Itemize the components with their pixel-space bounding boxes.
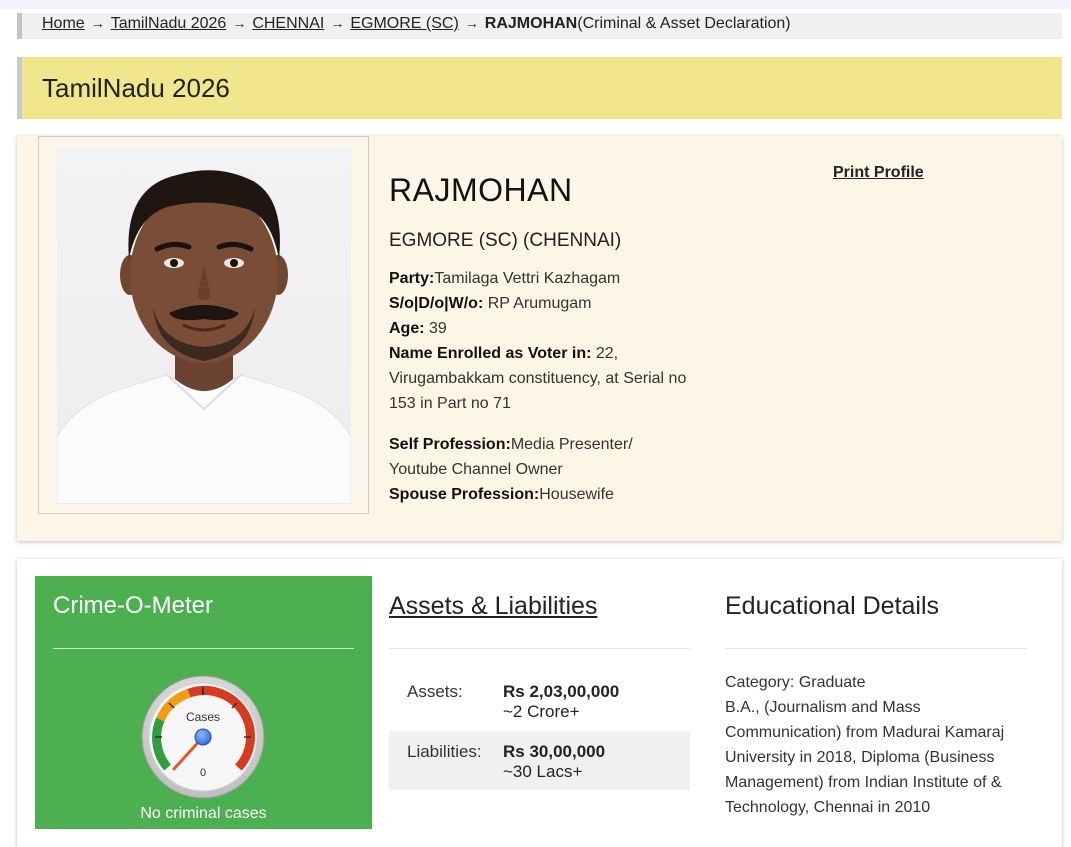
party-row: Party:Tamilaga Vettri Kazhagam [389,266,689,291]
assets-label: Assets: [407,682,463,701]
voter-label: Name Enrolled as Voter in: [389,345,592,362]
breadcrumb-separator: → [90,15,105,31]
election-banner: TamilNadu 2026 [17,57,1062,119]
crime-o-meter-panel: Crime-O-Meter Cases 0 No criminal cases [35,576,372,829]
crime-divider [53,648,354,649]
breadcrumb-separator: → [232,15,247,31]
education-divider [725,648,1027,649]
relation-row: S/o|D/o|W/o: RP Arumugam [389,291,689,316]
details-spacer [389,416,689,432]
breadcrumb-state-link[interactable]: TamilNadu 2026 [111,15,227,32]
breadcrumb-current: RAJMOHAN [484,15,578,32]
self-profession-row: Self Profession:Media Presenter/ Youtube… [389,432,689,482]
education-qualification: B.A., (Journalism and Mass Communication… [725,699,1005,816]
crime-gauge: Cases 0 [141,675,265,799]
gauge-value: 0 [200,767,206,779]
age-value: 39 [424,320,447,337]
gauge-hub [194,728,212,746]
candidate-name: RAJMOHAN [389,172,573,208]
liabilities-row: Liabilities: Rs 30,00,000 ~30 Lacs+ [389,731,690,790]
crime-status-text: No criminal cases [140,805,267,822]
spouse-profession-row: Spouse Profession:Housewife [389,482,689,507]
assets-divider [389,648,690,649]
breadcrumb-constituency-link[interactable]: EGMORE (SC) [350,15,458,32]
breadcrumb-home-link[interactable]: Home [42,15,85,32]
crime-o-meter-title: Crime-O-Meter [53,592,213,619]
breadcrumb-district-link[interactable]: CHENNAI [252,15,324,32]
spouse-profession-label: Spouse Profession: [389,486,540,503]
print-profile-link[interactable]: Print Profile [833,164,924,182]
self-profession-label: Self Profession: [389,436,511,453]
candidate-profile-card: Print Profile RAJMOHAN EGMORE (SC) (CHEN… [17,136,1062,541]
party-label: Party: [389,270,435,287]
banner-title: TamilNadu 2026 [42,73,230,103]
age-row: Age: 39 [389,316,689,341]
candidate-photo [57,147,351,504]
age-label: Age: [389,320,425,337]
education-category: Category: Graduate [725,674,866,691]
gauge-label: Cases [186,710,220,724]
assets-value: Rs 2,03,00,000 [503,682,620,701]
assets-row: Assets: Rs 2,03,00,000 ~2 Crore+ [389,671,690,730]
top-strip [0,0,1071,9]
spouse-profession-value: Housewife [539,486,614,503]
breadcrumb: Home → TamilNadu 2026 → CHENNAI → EGMORE (SC) →… [17,13,1062,39]
liabilities-approx: ~30 Lacs+ [503,762,583,781]
relation-label: S/o|D/o|W/o: [389,295,484,312]
breadcrumb-separator: → [330,15,345,31]
assets-approx: ~2 Crore+ [503,702,580,721]
candidate-constituency: EGMORE (SC) (CHENNAI) [389,230,622,251]
relation-value: RP Arumugam [483,295,592,312]
liabilities-value: Rs 30,00,000 [503,742,606,761]
summary-card: Crime-O-Meter Cases 0 No criminal cases … [17,559,1062,847]
candidate-photo-frame [38,136,369,514]
candidate-portrait-illustration [57,170,351,504]
candidate-details: Party:Tamilaga Vettri Kazhagam S/o|D/o|W… [389,266,689,507]
breadcrumb-current-suffix: (Criminal & Asset Declaration) [577,15,791,32]
educational-details-title: Educational Details [725,592,940,620]
assets-liabilities-title[interactable]: Assets & Liabilities [389,592,597,621]
party-value: Tamilaga Vettri Kazhagam [434,270,621,287]
liabilities-label: Liabilities: [407,742,482,761]
breadcrumb-separator: → [464,15,479,31]
voter-row: Name Enrolled as Voter in: 22, Virugamba… [389,341,689,416]
education-details: Category: Graduate B.A., (Journalism and… [725,670,1030,820]
